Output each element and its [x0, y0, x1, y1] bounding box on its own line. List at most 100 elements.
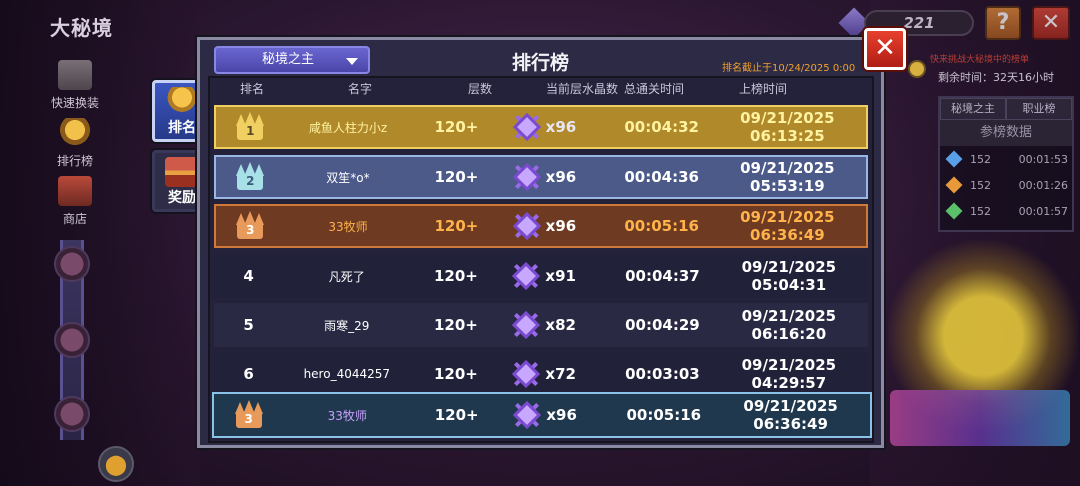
- player-name: 凡死了: [328, 269, 365, 284]
- leaderboard-row-4[interactable]: 4 凡死了 120+ x91 00:04:37 09/21/2025 05:04…: [214, 254, 868, 298]
- crystal-icon: [511, 359, 541, 389]
- total-time: 00:04:29: [625, 316, 700, 334]
- crystal-icon: [511, 310, 541, 340]
- gem-icon: [945, 176, 963, 194]
- tower-node: [54, 322, 90, 358]
- crystal-cell: x96: [502, 112, 615, 142]
- total-time: 00:04:36: [624, 168, 699, 186]
- crystal-count: x96: [546, 406, 577, 424]
- tab-ranking-label: 排名: [168, 120, 196, 136]
- my-rank-row[interactable]: 3 33牧师 120+ x96 00:05:16 09/21/2025 06:3…: [212, 392, 872, 438]
- treasure-chest-icon: [165, 157, 199, 187]
- gold-crown-icon: 1: [235, 112, 265, 140]
- silver-crown-icon: 2: [235, 162, 265, 190]
- player-name: hero_4044257: [303, 367, 391, 381]
- scene-title: 大秘境: [50, 16, 113, 40]
- swap-gear-icon: [58, 60, 92, 90]
- side-row-time: 00:01:53: [1018, 152, 1068, 166]
- crystal-count: x91: [545, 267, 576, 285]
- crystal-icon: [512, 112, 542, 142]
- gem-icon: [945, 202, 963, 220]
- side-menu-label: 快速换装: [50, 96, 99, 110]
- side-row-level: 152: [970, 204, 991, 218]
- side-row-time: 00:01:26: [1018, 178, 1068, 192]
- crystal-icon: [512, 400, 542, 430]
- crystal-count: x72: [545, 365, 576, 383]
- rank-number: 3: [246, 223, 255, 237]
- side-menu-label: 排行榜: [56, 154, 93, 168]
- side-row-level: 152: [970, 178, 991, 192]
- crystal-cell: x72: [501, 359, 615, 389]
- side-leaderboard-heading: 参榜数据: [940, 120, 1072, 146]
- rank-cell: 1: [216, 112, 285, 140]
- leaderboard-row-3[interactable]: 3 33牧师 120+ x96 00:05:16 09/21/2025 06:3…: [214, 204, 868, 248]
- side-menu-leaderboard[interactable]: 排行榜: [46, 118, 104, 176]
- bronze-crown-icon: 3: [235, 211, 265, 239]
- crystal-cell: x91: [501, 261, 615, 291]
- portal-altar: [888, 236, 1078, 486]
- leaderboard-panel: 秘境之主 排行榜 排名截止于10/24/2025 0:00 ✕ 排名 名字 层数…: [197, 28, 906, 448]
- floor-value: 120+: [434, 168, 479, 186]
- leaderboard-row-1[interactable]: 1 咸鱼人柱力小z 120+ x96 00:04:32 09/21/2025 0…: [214, 105, 868, 149]
- column-header-name: 名字: [347, 82, 372, 96]
- player-name: 33牧师: [327, 408, 367, 423]
- trophy-icon: [165, 87, 199, 117]
- crystal-cell: x82: [501, 310, 615, 340]
- floor-value: 120+: [434, 406, 479, 424]
- tab-rewards-label: 奖励: [168, 190, 196, 206]
- total-time: 00:03:03: [625, 365, 700, 383]
- player-name: 雨寒_29: [324, 318, 370, 333]
- ranked-date: 09/21/2025 06:36:49: [743, 397, 838, 433]
- total-time: 00:04:32: [624, 118, 699, 136]
- side-leaderboard: 秘境之主 职业榜 参榜数据 152 00:01:53 152 00:01:26 …: [938, 96, 1074, 232]
- total-time: 00:04:37: [625, 267, 700, 285]
- map-pin-icon[interactable]: ⬤: [98, 446, 134, 482]
- ranked-date: 09/21/2025 06:16:20: [741, 307, 837, 343]
- help-button[interactable]: ?: [985, 6, 1021, 40]
- side-tab-dungeon-master[interactable]: 秘境之主: [940, 98, 1006, 120]
- total-time: 00:05:16: [624, 217, 699, 235]
- crystal-count: x82: [545, 316, 576, 334]
- side-leaderboard-row: 152 00:01:57: [940, 198, 1072, 224]
- floor-value: 120+: [434, 267, 478, 285]
- floor-value: 120+: [434, 118, 479, 136]
- rank-number: 2: [246, 174, 255, 188]
- leaderboard-row-6[interactable]: 6 hero_4044257 120+ x72 00:03:03 09/21/2…: [214, 352, 868, 396]
- shop-icon: [58, 176, 92, 206]
- ranking-cutoff: 排名截止于10/24/2025 0:00: [722, 63, 856, 74]
- rank-number: 1: [246, 124, 255, 138]
- crystal-count: x96: [545, 217, 577, 235]
- side-menu-quick-swap[interactable]: 快速换装: [46, 60, 104, 118]
- leaderboard-row-5[interactable]: 5 雨寒_29 120+ x82 00:04:29 09/21/2025 06:…: [214, 303, 868, 347]
- rank-cell: 2: [216, 162, 285, 190]
- rank-number: 6: [243, 365, 254, 383]
- crystal-icon: [512, 211, 542, 241]
- side-tab-class-board[interactable]: 职业榜: [1006, 98, 1072, 120]
- rank-cell: 3: [216, 211, 285, 239]
- floor-value: 120+: [434, 316, 478, 334]
- side-row-level: 152: [970, 152, 991, 166]
- column-header-rank-time: 上榜时间: [738, 82, 787, 96]
- ranked-date: 09/21/2025 06:13:25: [740, 109, 835, 145]
- floor-value: 120+: [434, 217, 479, 235]
- player-name: 双笙*o*: [326, 170, 370, 185]
- crystal-cell: x96: [502, 400, 616, 430]
- tower-node: [54, 246, 90, 282]
- crystal-icon: [511, 261, 541, 291]
- crystal-count: x96: [545, 168, 577, 186]
- leaderboard-row-2[interactable]: 2 双笙*o* 120+ x96 00:04:36 09/21/2025 05:…: [214, 155, 868, 199]
- rank-number: 5: [243, 316, 254, 334]
- side-menu-label: 商店: [62, 212, 87, 226]
- gem-icon: [945, 150, 963, 168]
- scene-close-button[interactable]: ✕: [1032, 6, 1070, 40]
- side-menu: 快速换装 排行榜 商店: [46, 60, 104, 234]
- altar-base: [890, 390, 1070, 446]
- promo-text: 快来挑战大秘境中的榜单: [930, 55, 1030, 65]
- close-button[interactable]: ✕: [864, 28, 906, 70]
- total-time: 00:05:16: [626, 406, 702, 424]
- ranked-date: 09/21/2025 05:53:19: [740, 159, 835, 195]
- player-name: 咸鱼人柱力小z: [308, 120, 388, 135]
- bronze-crown-icon: 3: [234, 400, 264, 428]
- side-menu-shop[interactable]: 商店: [46, 176, 104, 234]
- remaining-time: 剩余时间：32天16小时: [938, 71, 1054, 84]
